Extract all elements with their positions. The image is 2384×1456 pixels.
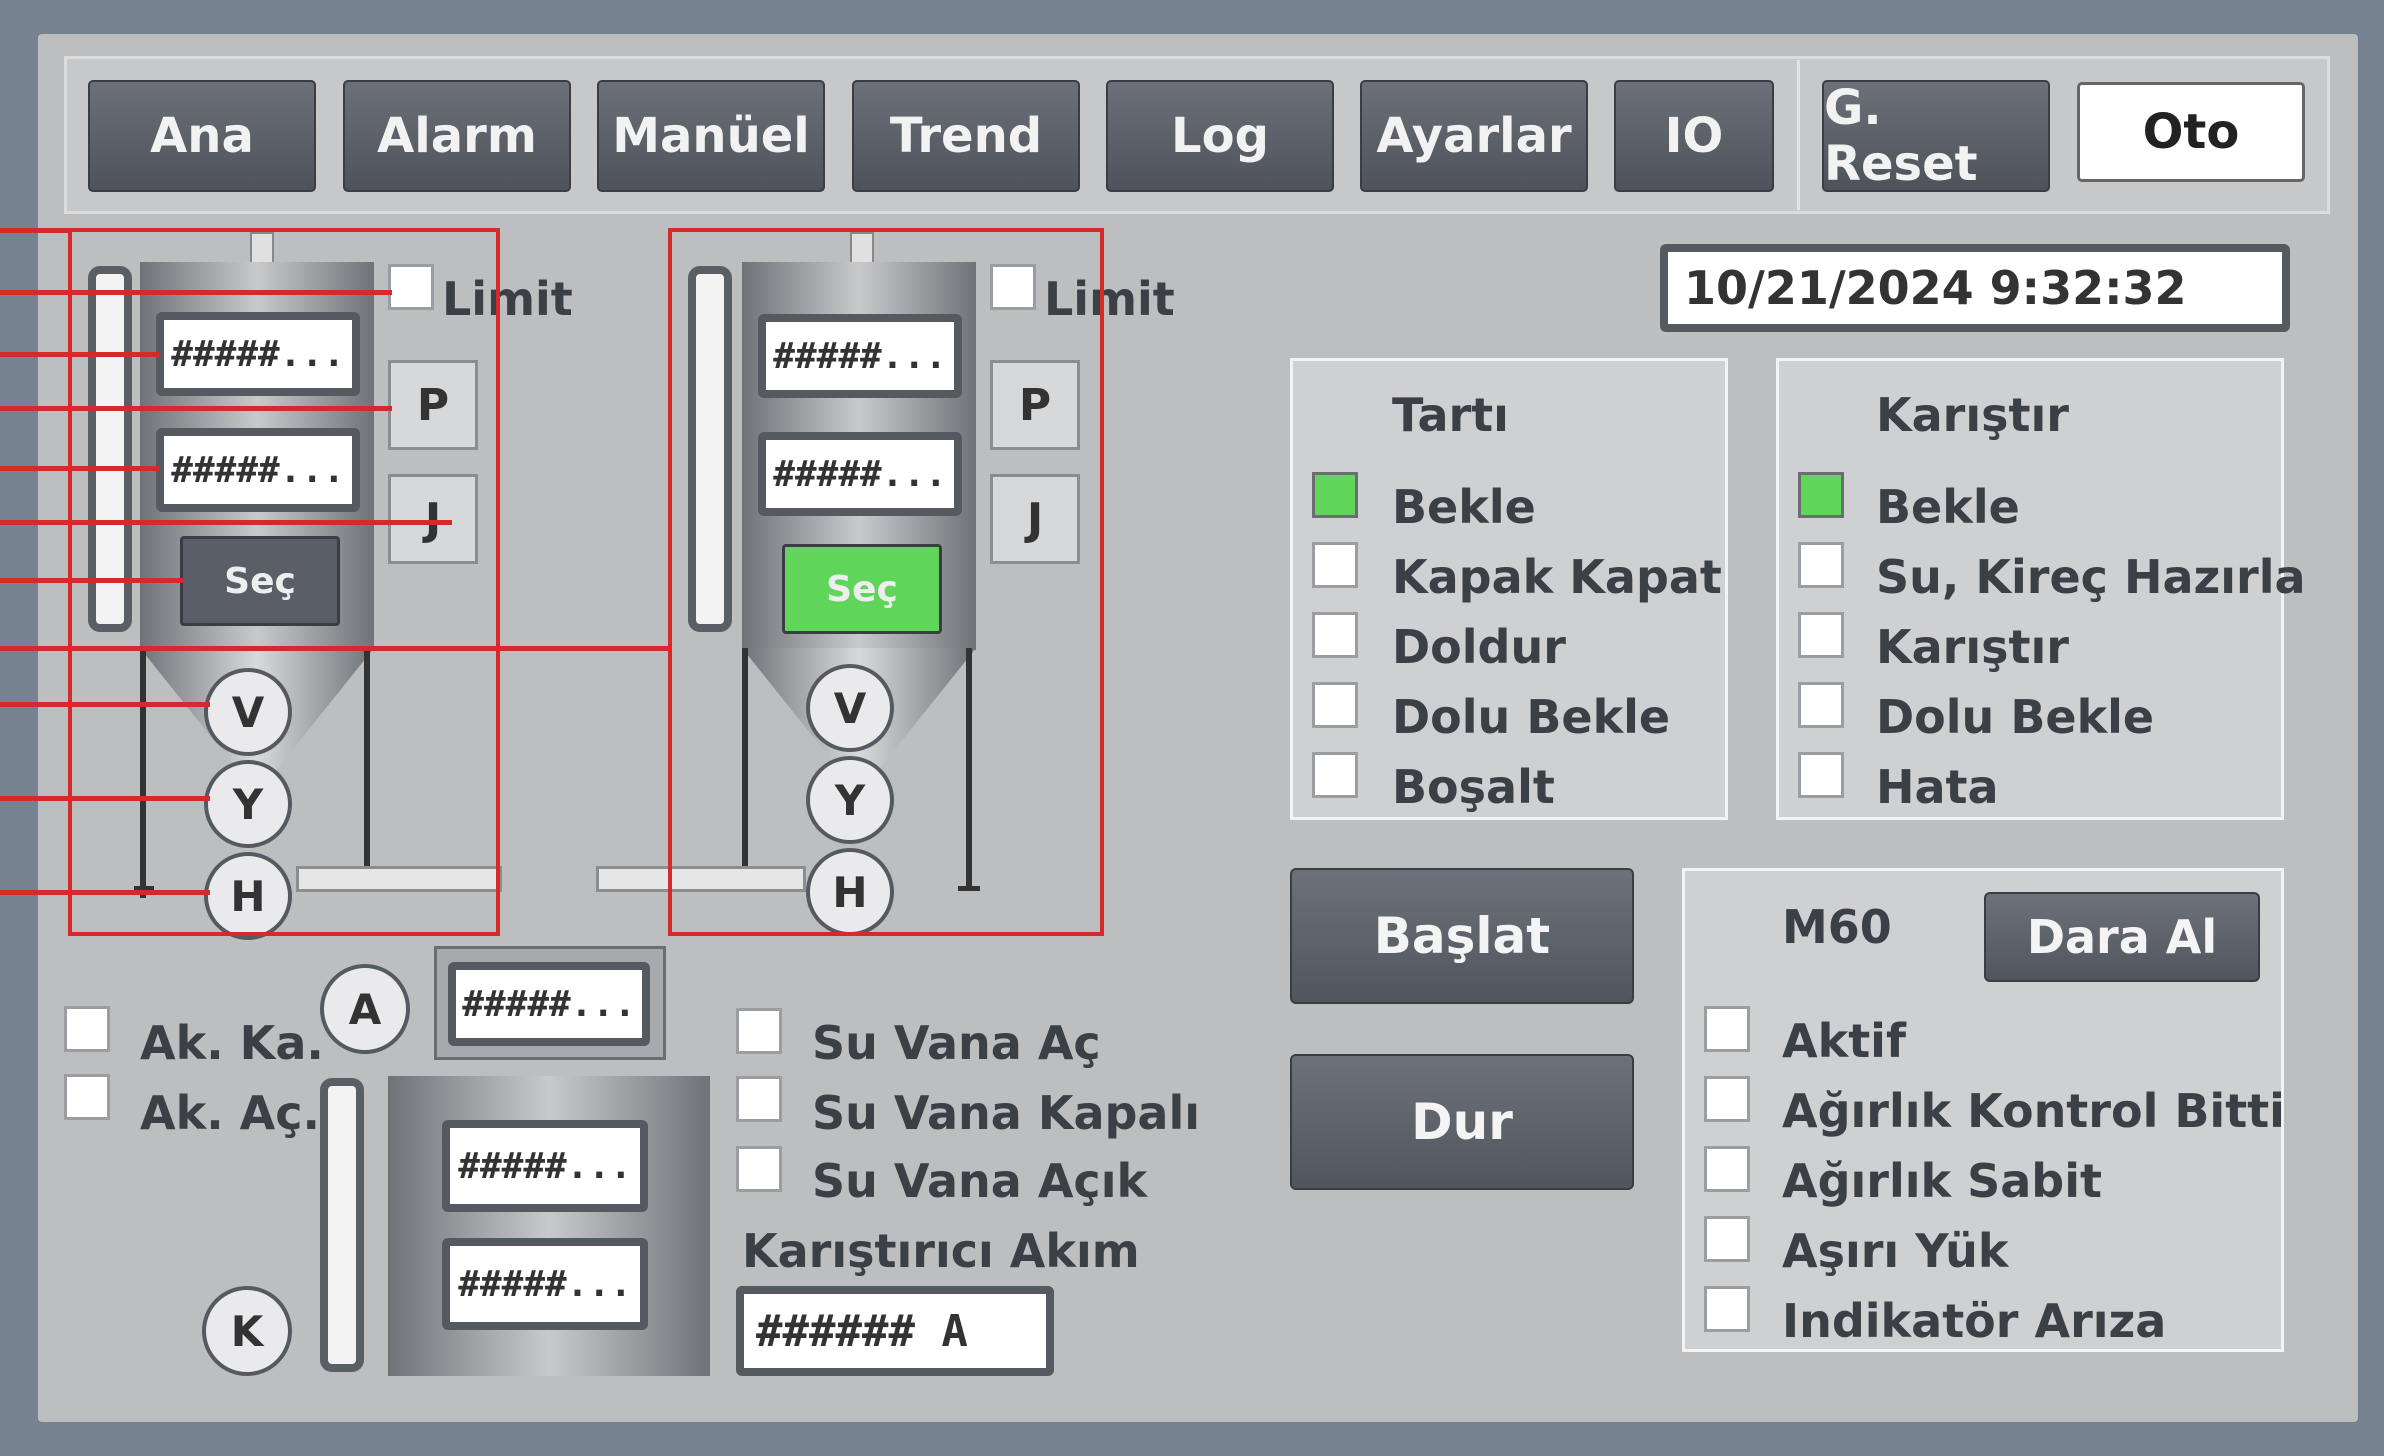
ak-ac-label: Ak. Aç. bbox=[140, 1086, 321, 1140]
m60-status-checkbox bbox=[1704, 1146, 1750, 1192]
tarti-title: Tartı bbox=[1392, 388, 1509, 442]
annotation-line-p bbox=[0, 406, 392, 411]
tarti-state-checkbox bbox=[1312, 612, 1358, 658]
tarti-state-label: Bekle bbox=[1392, 480, 1536, 534]
annotation-line-y bbox=[0, 796, 210, 801]
tarti-state-checkbox bbox=[1312, 472, 1358, 518]
annotation-line-top bbox=[0, 228, 70, 233]
hopper-level-gauge bbox=[320, 1078, 364, 1372]
tarti-state-label: Boşalt bbox=[1392, 760, 1555, 814]
su-vana-acik-checkbox bbox=[736, 1146, 782, 1192]
start-button[interactable]: Başlat bbox=[1290, 868, 1634, 1004]
annotation-line-limit bbox=[0, 290, 392, 295]
m60-title: M60 bbox=[1782, 900, 1892, 954]
m60-status-label: Aktif bbox=[1782, 1014, 1906, 1068]
nav-ana-button[interactable]: Ana bbox=[88, 80, 316, 192]
hopper-valve-a[interactable]: A bbox=[320, 964, 410, 1054]
annotation-line-sec bbox=[0, 578, 184, 583]
m60-status-label: Ağırlık Sabit bbox=[1782, 1154, 2102, 1208]
su-vana-ac-label: Su Vana Aç bbox=[812, 1016, 1101, 1070]
karistir-state-checkbox bbox=[1798, 542, 1844, 588]
nav-manuel-button[interactable]: Manüel bbox=[597, 80, 825, 192]
su-vana-kapali-label: Su Vana Kapalı bbox=[812, 1086, 1201, 1140]
tarti-state-checkbox bbox=[1312, 542, 1358, 588]
m60-status-checkbox bbox=[1704, 1076, 1750, 1122]
su-vana-kapali-checkbox bbox=[736, 1076, 782, 1122]
annotation-line-field2 bbox=[0, 466, 160, 471]
annotation-line-field1 bbox=[0, 352, 160, 357]
m60-status-label: Ağırlık Kontrol Bitti bbox=[1782, 1084, 2285, 1138]
m60-status-checkbox bbox=[1704, 1216, 1750, 1262]
karistir-title: Karıştır bbox=[1876, 388, 2069, 442]
karistir-state-checkbox bbox=[1798, 612, 1844, 658]
nav-trend-button[interactable]: Trend bbox=[852, 80, 1080, 192]
karistir-state-checkbox bbox=[1798, 752, 1844, 798]
karistir-state-checkbox bbox=[1798, 682, 1844, 728]
ak-ka-checkbox bbox=[64, 1006, 110, 1052]
su-vana-ac-checkbox bbox=[736, 1008, 782, 1054]
karistir-state-label: Dolu Bekle bbox=[1876, 690, 2155, 744]
datetime-display: 10/21/2024 9:32:32 bbox=[1660, 244, 2290, 332]
toolbar-separator bbox=[1797, 60, 1800, 210]
tarti-state-checkbox bbox=[1312, 752, 1358, 798]
tarti-state-label: Doldur bbox=[1392, 620, 1566, 674]
tarti-state-label: Kapak Kapat bbox=[1392, 550, 1722, 604]
m60-status-checkbox bbox=[1704, 1006, 1750, 1052]
nav-alarm-button[interactable]: Alarm bbox=[343, 80, 571, 192]
ak-ac-checkbox bbox=[64, 1074, 110, 1120]
m60-status-label: Indikatör Arıza bbox=[1782, 1294, 2167, 1348]
annotation-line-silo2 bbox=[0, 646, 670, 651]
hopper-valve-k[interactable]: K bbox=[202, 1286, 292, 1376]
karistir-state-label: Karıştır bbox=[1876, 620, 2069, 674]
mode-oto-button[interactable]: Oto bbox=[2077, 82, 2305, 182]
nav-ayarlar-button[interactable]: Ayarlar bbox=[1360, 80, 1588, 192]
hopper-value-field-2: #####... bbox=[442, 1238, 648, 1330]
annotation-line-h bbox=[0, 890, 210, 895]
tare-button[interactable]: Dara Al bbox=[1984, 892, 2260, 982]
karistir-state-label: Bekle bbox=[1876, 480, 2020, 534]
hopper-value-field-1: #####... bbox=[442, 1120, 648, 1212]
silo2-annotation-box bbox=[668, 228, 1104, 936]
hopper-a-field: #####... bbox=[448, 962, 650, 1046]
mixer-current-field: ###### A bbox=[736, 1286, 1054, 1376]
karistir-state-label: Su, Kireç Hazırla bbox=[1876, 550, 2306, 604]
tarti-state-checkbox bbox=[1312, 682, 1358, 728]
m60-status-label: Aşırı Yük bbox=[1782, 1224, 2009, 1278]
stop-button[interactable]: Dur bbox=[1290, 1054, 1634, 1190]
su-vana-acik-label: Su Vana Açık bbox=[812, 1154, 1148, 1208]
tarti-state-label: Dolu Bekle bbox=[1392, 690, 1671, 744]
annotation-line-j bbox=[0, 520, 452, 525]
karistir-state-label: Hata bbox=[1876, 760, 1999, 814]
karistir-state-checkbox bbox=[1798, 472, 1844, 518]
nav-log-button[interactable]: Log bbox=[1106, 80, 1334, 192]
nav-io-button[interactable]: IO bbox=[1614, 80, 1774, 192]
general-reset-button[interactable]: G. Reset bbox=[1822, 80, 2050, 192]
ak-ka-label: Ak. Ka. bbox=[140, 1016, 324, 1070]
annotation-line-v bbox=[0, 702, 210, 707]
m60-status-checkbox bbox=[1704, 1286, 1750, 1332]
mixer-current-label: Karıştırıcı Akım bbox=[742, 1224, 1140, 1278]
